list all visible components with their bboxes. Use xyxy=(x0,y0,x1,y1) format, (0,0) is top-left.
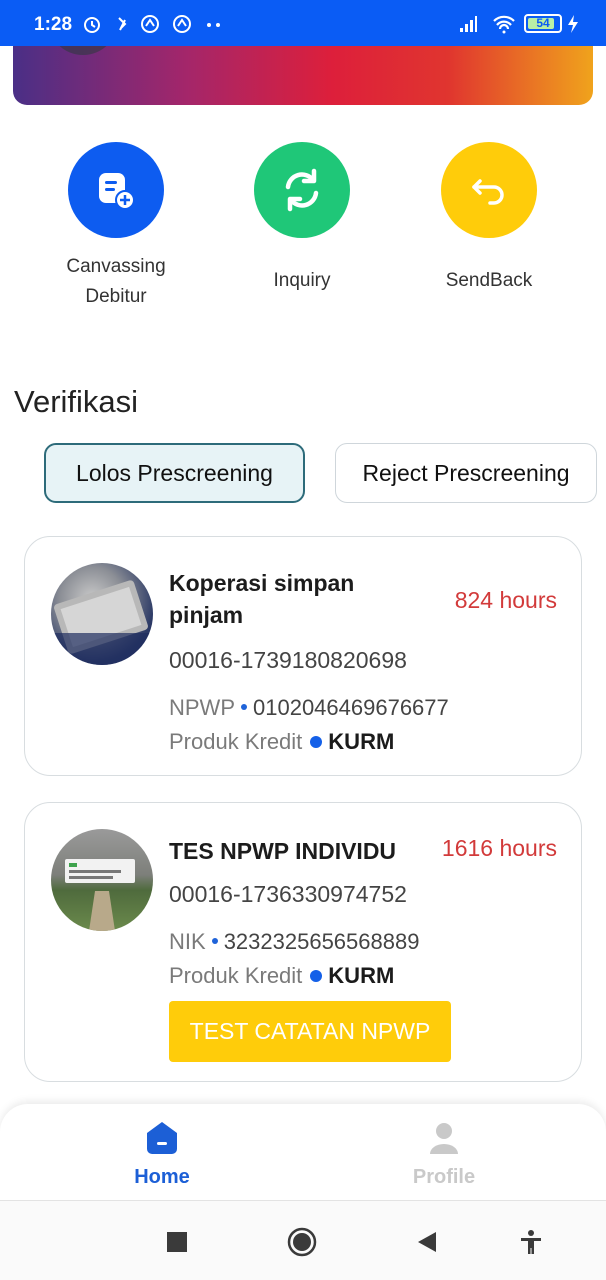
id-value: 3232325656568889 xyxy=(223,929,420,954)
elapsed-hours: 1616 hours xyxy=(441,835,557,861)
produk-value: KURM xyxy=(328,963,395,988)
nav-home-label: Home xyxy=(134,1166,190,1188)
applicant-photo xyxy=(51,563,153,665)
status-bar: 1:28 54 xyxy=(0,0,606,46)
produk-label: Produk Kredit xyxy=(169,963,303,988)
sendback-button[interactable]: SendBack xyxy=(409,142,569,296)
status-time: 1:28 xyxy=(34,14,73,35)
applicant-name: TES NPWP INDIVIDU xyxy=(169,838,397,864)
app-notification-icon xyxy=(141,15,159,33)
id-label: NPWP xyxy=(169,695,235,720)
applicant-name: Koperasi simpan pinjam xyxy=(169,570,355,628)
document-add-icon xyxy=(68,142,164,238)
app-notification-icon xyxy=(173,15,191,33)
application-card[interactable]: Koperasi simpan pinjam 824 hours 00016-1… xyxy=(24,536,582,776)
filter-lolos-prescreening[interactable]: Lolos Prescreening xyxy=(44,443,305,503)
sendback-label: SendBack xyxy=(445,270,533,291)
note-button[interactable]: TEST CATATAN NPWP xyxy=(169,1001,451,1062)
id-row: NIK 3232325656568889 xyxy=(169,929,419,955)
bottom-navigation: Home Profile xyxy=(0,1104,606,1200)
applicant-photo xyxy=(51,829,153,931)
application-number: 00016-1739180820698 xyxy=(169,647,407,673)
inquiry-label: Inquiry xyxy=(273,270,331,291)
application-number: 00016-1736330974752 xyxy=(169,881,407,907)
square-icon xyxy=(167,1232,187,1252)
produk-row: Produk Kredit KURM xyxy=(169,729,394,755)
battery-indicator: 54 xyxy=(524,14,562,33)
home-system-button[interactable] xyxy=(287,1227,317,1257)
profile-icon xyxy=(424,1118,464,1158)
wifi-icon xyxy=(493,15,515,34)
circle-icon xyxy=(287,1227,317,1257)
recent-apps-button[interactable] xyxy=(162,1227,192,1257)
id-row: NPWP 0102046469676677 xyxy=(169,695,449,721)
produk-row: Produk Kredit KURM xyxy=(169,963,394,989)
nav-profile[interactable]: Profile xyxy=(374,1118,514,1189)
nav-profile-label: Profile xyxy=(412,1166,476,1188)
back-system-button[interactable] xyxy=(412,1227,442,1257)
refresh-icon xyxy=(254,142,350,238)
home-icon xyxy=(142,1118,182,1158)
inquiry-button[interactable]: Inquiry xyxy=(222,142,382,296)
filter-reject-prescreening[interactable]: Reject Prescreening xyxy=(335,443,597,503)
back-triangle-icon xyxy=(418,1232,436,1252)
alarm-icon xyxy=(84,17,100,33)
charging-icon xyxy=(568,15,578,33)
produk-value: KURM xyxy=(328,729,395,754)
id-value: 0102046469676677 xyxy=(253,695,449,720)
application-card[interactable]: TES NPWP INDIVIDU 1616 hours 00016-17363… xyxy=(24,802,582,1082)
signal-icon xyxy=(460,16,477,32)
accessibility-button[interactable] xyxy=(516,1227,546,1257)
return-arrow-icon xyxy=(441,142,537,238)
elapsed-hours: 824 hours xyxy=(454,587,557,613)
system-navigation-bar xyxy=(0,1200,606,1280)
canvassing-debitur-button[interactable]: Canvassing Debitur xyxy=(36,142,196,312)
more-notifications-icon xyxy=(207,23,220,27)
id-label: NIK xyxy=(169,929,206,954)
nav-home[interactable]: Home xyxy=(92,1118,232,1189)
section-title: Verifikasi xyxy=(14,384,139,419)
canvassing-debitur-label: Canvassing Debitur xyxy=(66,256,166,307)
produk-label: Produk Kredit xyxy=(169,729,303,754)
accessibility-icon xyxy=(521,1230,541,1254)
sync-icon xyxy=(118,17,127,31)
